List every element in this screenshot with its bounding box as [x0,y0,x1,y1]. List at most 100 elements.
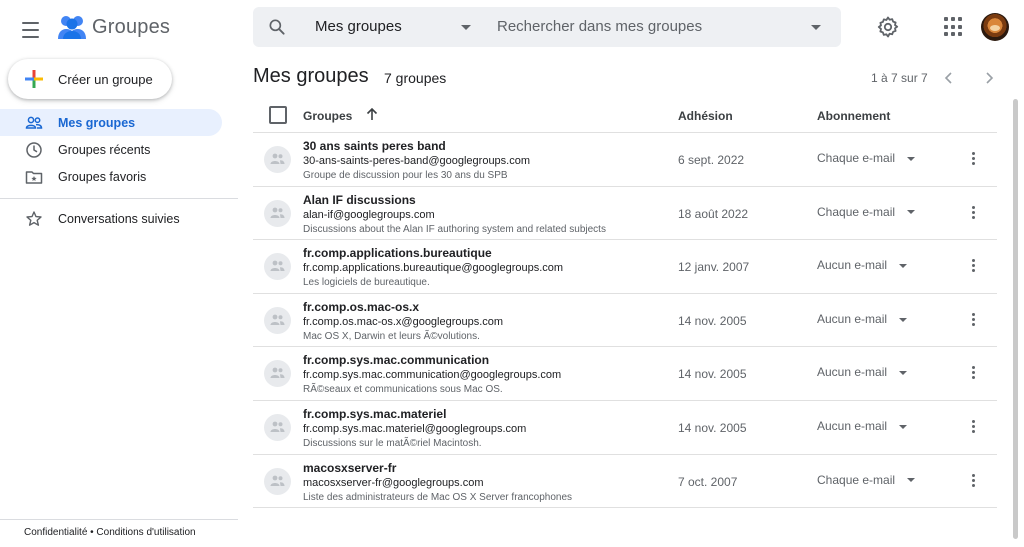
pagination-text: 1 à 7 sur 7 [871,71,928,85]
subscription-dropdown[interactable]: Aucun e-mail [817,258,908,272]
group-people-icon [270,475,285,486]
group-people-icon [270,314,285,325]
subscription-dropdown[interactable]: Chaque e-mail [817,204,916,219]
subscription-label: Chaque e-mail [817,204,896,219]
dropdown-arrow-icon [899,371,908,376]
more-options-icon[interactable] [967,312,979,328]
create-group-button[interactable]: Créer un groupe [8,59,172,99]
search-icon[interactable] [267,17,287,37]
subscription-label: Chaque e-mail [817,151,896,165]
group-email: fr.comp.applications.bureautique@googleg… [303,262,564,275]
search-options-arrow-icon[interactable] [811,25,821,30]
people-outline-icon [25,116,43,129]
top-bar: Groupes Mes groupes [0,0,1024,56]
column-header-subscription: Abonnement [817,109,891,123]
group-email: alan-if@googlegroups.com [303,208,435,221]
group-avatar [264,360,291,388]
sidebar-divider [0,198,238,199]
subscription-dropdown[interactable]: Aucun e-mail [817,311,908,326]
column-header-groups[interactable]: Groupes [303,109,352,123]
sidebar-item-label: Conversations suivies [58,212,180,226]
more-options-icon[interactable] [967,151,979,167]
group-people-icon [270,153,285,164]
more-options-icon[interactable] [967,365,979,381]
subscription-dropdown[interactable]: Chaque e-mail [817,473,916,487]
group-email: fr.comp.os.mac-os.x@googlegroups.com [303,315,504,328]
main-menu-button[interactable] [18,15,44,41]
groups-logo-icon [58,16,86,39]
table-row[interactable]: fr.comp.sys.mac.communication fr.comp.sy… [253,347,997,401]
sidebar-item-favorite-groups[interactable]: Groupes favoris [0,163,222,190]
groups-table: Groupes Adhésion Abonnement 30 ans saint… [253,99,997,509]
dropdown-arrow-icon [907,156,916,161]
group-description: RÃ©seaux et communications sous Mac OS. [303,384,503,396]
group-description: Discussions sur le matÃ©riel Macintosh. [303,437,482,449]
more-options-icon[interactable] [967,258,979,274]
sidebar-item-label: Mes groupes [58,116,136,130]
sort-arrow-up-icon[interactable] [364,106,380,122]
group-email: 30-ans-saints-peres-band@googlegroups.co… [303,155,531,167]
create-group-label: Créer un groupe [58,72,153,87]
subscription-dropdown[interactable]: Aucun e-mail [817,365,908,379]
apps-grid-icon[interactable] [944,17,964,37]
sidebar: Créer un groupe Mes groupes Groupes réce… [0,56,238,547]
group-people-icon [270,367,285,379]
table-row[interactable]: macosxserver-fr macosxserver-fr@googlegr… [253,455,997,509]
select-all-checkbox[interactable] [269,106,287,124]
table-row[interactable]: 30 ans saints peres band 30-ans-saints-p… [253,133,997,187]
group-description: Liste des administrateurs de Mac OS X Se… [303,491,573,503]
join-date: 14 nov. 2005 [678,313,747,328]
page-title: Mes groupes [253,65,369,87]
subscription-label: Aucun e-mail [817,311,888,326]
dropdown-arrow-icon [899,317,908,322]
group-description: Mac OS X, Darwin et leurs Ã©volutions. [303,330,480,342]
group-email: fr.comp.sys.mac.materiel@googlegroups.co… [303,422,527,435]
sidebar-item-my-groups[interactable]: Mes groupes [0,109,222,136]
app-title[interactable]: Groupes [92,16,170,39]
dropdown-arrow-icon [907,210,916,215]
group-name[interactable]: Alan IF discussions [303,193,416,207]
more-options-icon[interactable] [967,419,979,435]
group-name[interactable]: fr.comp.sys.mac.communication [303,353,489,367]
settings-gear-icon[interactable] [876,15,900,39]
join-date: 14 nov. 2005 [678,367,747,382]
vertical-scrollbar[interactable] [1013,99,1018,539]
group-people-icon [270,207,285,218]
search-input[interactable] [497,18,797,35]
search-scope-select[interactable]: Mes groupes [315,18,402,35]
sidebar-item-followed-conversations[interactable]: Conversations suivies [0,205,222,232]
colorful-plus-icon [25,70,43,88]
sidebar-item-label: Groupes favoris [58,170,147,184]
group-avatar [264,253,291,281]
previous-page-chevron-icon[interactable] [941,70,957,86]
join-date: 18 août 2022 [678,206,749,221]
group-name[interactable]: fr.comp.sys.mac.materiel [303,407,446,421]
group-avatar [264,199,291,227]
footer-links[interactable]: Confidentialité • Conditions d'utilisati… [24,527,196,538]
group-name[interactable]: fr.comp.applications.bureautique [303,246,492,260]
table-row[interactable]: fr.comp.os.mac-os.x fr.comp.os.mac-os.x@… [253,294,997,348]
join-date: 7 oct. 2007 [678,474,738,489]
group-description: Groupe de discussion pour les 30 ans du … [303,170,508,181]
table-row[interactable]: fr.comp.sys.mac.materiel fr.comp.sys.mac… [253,401,997,455]
group-description: Les logiciels de bureautique. [303,277,430,289]
table-row[interactable]: Alan IF discussions alan-if@googlegroups… [253,187,997,241]
account-avatar[interactable] [981,13,1009,41]
scope-dropdown-arrow-icon[interactable] [461,25,471,30]
group-people-icon [270,421,285,432]
dropdown-arrow-icon [907,478,916,483]
group-name[interactable]: 30 ans saints peres band [303,139,446,153]
more-options-icon[interactable] [967,473,979,489]
sidebar-item-recent-groups[interactable]: Groupes récents [0,136,222,163]
subscription-dropdown[interactable]: Aucun e-mail [817,419,908,433]
subscription-dropdown[interactable]: Chaque e-mail [817,151,916,165]
group-email: macosxserver-fr@googlegroups.com [303,476,484,489]
table-row[interactable]: fr.comp.applications.bureautique fr.comp… [253,240,997,294]
hamburger-line [22,29,39,31]
more-options-icon[interactable] [967,205,979,221]
group-name[interactable]: macosxserver-fr [303,461,396,475]
join-date: 6 sept. 2022 [678,153,745,167]
group-name[interactable]: fr.comp.os.mac-os.x [303,300,419,314]
column-header-join-date[interactable]: Adhésion [678,109,733,123]
next-page-chevron-icon[interactable] [981,70,997,86]
